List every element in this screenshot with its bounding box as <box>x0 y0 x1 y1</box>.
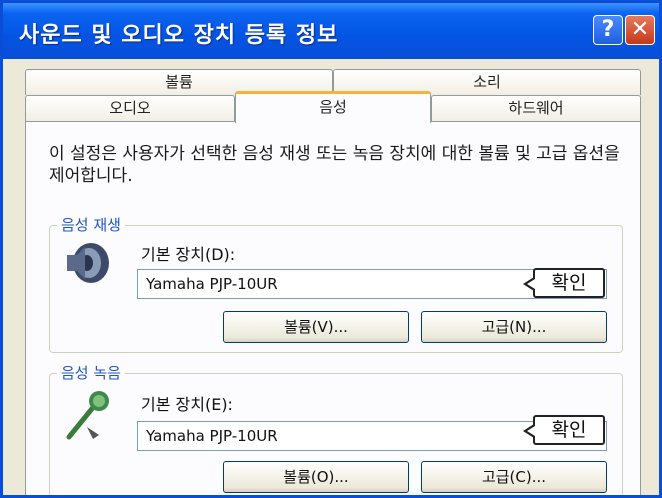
help-icon: ? <box>601 17 615 42</box>
recording-advanced-button[interactable]: 고급(C)... <box>421 461 607 493</box>
sound-audio-properties-window: 사운드 및 오디오 장치 등록 정보 ? ✕ 볼륨 소리 오디오 하드웨어 음성… <box>0 0 662 498</box>
title-bar[interactable]: 사운드 및 오디오 장치 등록 정보 ? ✕ <box>3 3 659 59</box>
playback-volume-button[interactable]: 볼륨(V)... <box>223 311 409 343</box>
microphone-icon <box>66 391 109 440</box>
help-button[interactable]: ? <box>593 15 623 45</box>
speaker-icon <box>67 243 109 283</box>
tab-hardware[interactable]: 하드웨어 <box>431 95 641 121</box>
recording-default-device-label: 기본 장치(E): <box>141 395 233 414</box>
tab-audio[interactable]: 오디오 <box>25 95 235 121</box>
recording-volume-button[interactable]: 볼륨(O)... <box>223 461 409 493</box>
close-icon: ✕ <box>630 17 650 42</box>
playback-confirm-callout: 확인 <box>523 268 605 298</box>
window-title: 사운드 및 오디오 장치 등록 정보 <box>19 23 339 48</box>
voice-recording-group-title: 음성 녹음 <box>57 362 125 383</box>
description-text: 이 설정은 사용자가 선택한 음성 재생 또는 녹음 장치에 대한 볼륨 및 고… <box>49 144 620 186</box>
tab-voice[interactable]: 음성 <box>235 91 431 123</box>
playback-advanced-button[interactable]: 고급(N)... <box>421 311 607 343</box>
close-button[interactable]: ✕ <box>625 15 655 45</box>
recording-confirm-callout: 확인 <box>523 415 605 445</box>
voice-playback-group-title: 음성 재생 <box>57 214 125 235</box>
playback-default-device-label: 기본 장치(D): <box>141 245 236 264</box>
